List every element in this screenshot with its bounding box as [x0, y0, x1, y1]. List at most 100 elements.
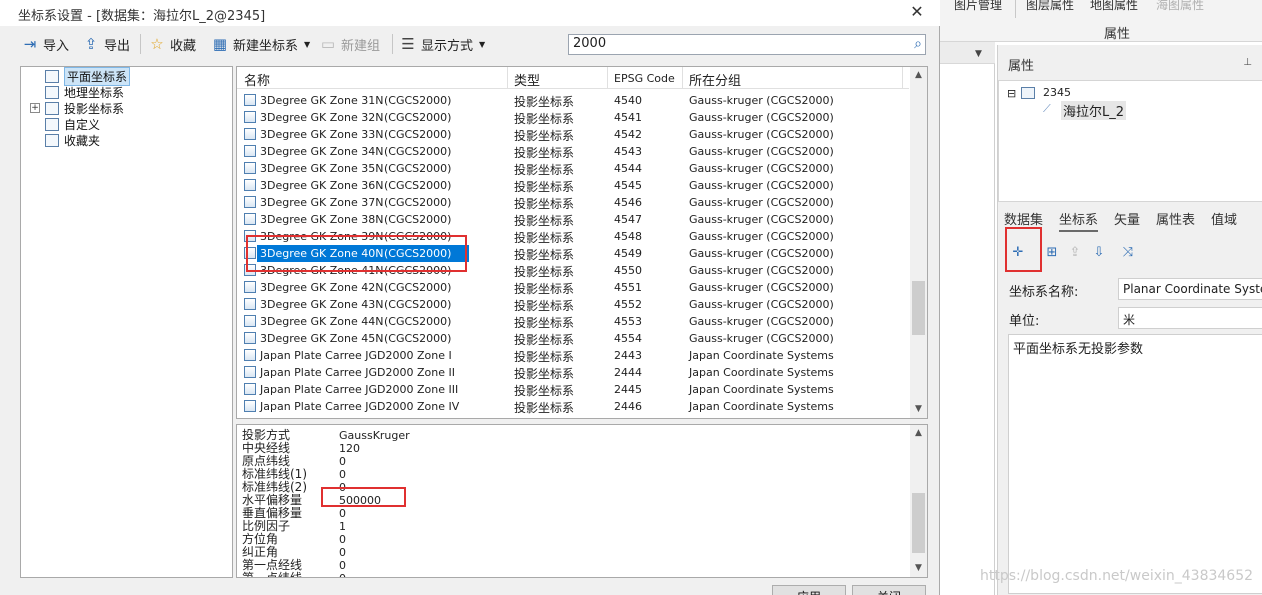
tree-item-favorites[interactable]: 收藏夹 — [45, 132, 100, 148]
cell-epsg: 4549 — [614, 247, 642, 260]
table-row[interactable]: Japan Plate Carree JGD2000 Zone I 投影坐标系 24… — [237, 347, 909, 364]
cell-type: 投影坐标系 — [514, 384, 575, 398]
shuffle-icon[interactable]: ⤨ — [1118, 243, 1138, 263]
table-row[interactable]: Japan Plate Carree JGD2000 Zone III 投影坐标系… — [237, 381, 909, 398]
set-coordinate-system-icon[interactable]: ✛ — [1008, 243, 1028, 263]
cell-epsg: 4548 — [614, 230, 642, 243]
cell-epsg: 4551 — [614, 281, 642, 294]
projection-detail-panel: 投影方式 GaussKruger 中央经线 120 原点纬线 0 标准纬线(1) 0 标准纬线(… — [236, 424, 928, 578]
ribbon-item-image-manage[interactable]: 图片管理 — [954, 0, 1002, 13]
tab-dataset[interactable]: 数据集 — [1004, 209, 1043, 228]
table-row[interactable]: 3Degree GK Zone 42N (CGCS2000) 投影坐标系 4551 Ga… — [237, 279, 909, 296]
cell-epsg: 2444 — [614, 366, 642, 379]
table-row[interactable]: 3Degree GK Zone 37N (CGCS2000) 投影坐标系 4546 Ga… — [237, 194, 909, 211]
cell-datum: (CGCS2000) — [384, 298, 452, 311]
new-coordinate-system-button[interactable]: ▦ 新建坐标系 ▼ — [211, 33, 310, 55]
cell-type: 投影坐标系 — [514, 163, 575, 177]
cell-name: Japan Plate Carree JGD2000 Zone IV — [260, 400, 460, 413]
table-row[interactable]: 3Degree GK Zone 32N (CGCS2000) 投影坐标系 4541 Ga… — [237, 109, 909, 126]
detail-row: 比例因子 1 — [242, 520, 902, 534]
projected-cs-icon — [244, 128, 256, 140]
pin-icon[interactable]: ⊥ — [1243, 57, 1252, 68]
tree-expander-minus-icon[interactable]: ⊟ — [1007, 87, 1016, 100]
column-header-epsg[interactable]: EPSG Code — [614, 72, 675, 85]
reproject-icon[interactable]: ⊞ — [1042, 243, 1062, 263]
cell-epsg: 4546 — [614, 196, 642, 209]
new-cs-icon: ▦ — [212, 35, 228, 53]
detail-row: 第一点纬线 0 — [242, 572, 902, 578]
close-button[interactable]: 关闭 — [852, 585, 926, 595]
scroll-down-icon[interactable]: ▼ — [910, 401, 927, 418]
table-row[interactable]: Japan Plate Carree JGD2000 Zone II 投影坐标系 2… — [237, 364, 909, 381]
export-cs-icon: ⇪ — [1069, 245, 1081, 260]
search-icon[interactable]: ⌕ — [914, 36, 922, 52]
tree-item-projected[interactable]: 投影坐标系 — [45, 100, 124, 116]
ribbon-item-map-properties[interactable]: 地图属性 — [1090, 0, 1138, 13]
table-row[interactable]: 3Degree GK Zone 35N (CGCS2000) 投影坐标系 4544 Ga… — [237, 160, 909, 177]
table-row[interactable]: 3Degree GK Zone 38N (CGCS2000) 投影坐标系 4547 Ga… — [237, 211, 909, 228]
column-divider[interactable] — [682, 67, 683, 89]
column-divider[interactable] — [902, 67, 903, 89]
scroll-down-icon[interactable]: ▼ — [910, 560, 927, 577]
tab-domain[interactable]: 值域 — [1211, 209, 1237, 228]
table-row[interactable]: 3Degree GK Zone 45N (CGCS2000) 投影坐标系 4554 Ga… — [237, 330, 909, 347]
projection-info-text: 平面坐标系无投影参数 — [1008, 334, 1262, 594]
projected-cs-icon — [244, 247, 256, 259]
table-row[interactable]: 3Degree GK Zone 41N (CGCS2000) 投影坐标系 4550 Ga… — [237, 262, 909, 279]
cell-epsg: 4552 — [614, 298, 642, 311]
column-divider[interactable] — [607, 67, 608, 89]
projected-cs-icon — [244, 400, 256, 412]
table-row[interactable]: 3Degree GK Zone 36N (CGCS2000) 投影坐标系 4545 Ga… — [237, 177, 909, 194]
detail-scrollbar[interactable]: ▲ ▼ — [910, 425, 927, 577]
scrollbar-thumb[interactable] — [912, 281, 925, 335]
tab-attribute-table[interactable]: 属性表 — [1156, 209, 1195, 228]
cell-type: 投影坐标系 — [514, 248, 575, 262]
list-scrollbar[interactable]: ▲ ▼ — [910, 67, 927, 418]
detail-value: 500000 — [339, 494, 381, 507]
column-header-name[interactable]: 名称 — [244, 70, 270, 89]
import-cs-icon[interactable]: ⇩ — [1089, 243, 1109, 263]
tree-node-dataset[interactable]: 海拉尔L_2 — [1061, 101, 1127, 120]
table-row[interactable]: 3Degree GK Zone 44N (CGCS2000) 投影坐标系 4553 Ga… — [237, 313, 909, 330]
view-mode-button[interactable]: ☰ 显示方式 ▼ — [399, 33, 485, 55]
cell-datum: (CGCS2000) — [384, 213, 452, 226]
detail-value: 0 — [339, 546, 346, 559]
close-icon[interactable]: ✕ — [906, 2, 928, 24]
scroll-up-icon[interactable]: ▲ — [910, 67, 927, 84]
projected-cs-icon — [244, 298, 256, 310]
projected-cs-icon — [244, 213, 256, 225]
export-button[interactable]: ⇪ 导出 — [82, 33, 130, 55]
apply-button[interactable]: 应用 — [772, 585, 846, 595]
tree-node-datasource[interactable]: 2345 — [1043, 86, 1071, 99]
column-header-type[interactable]: 类型 — [514, 70, 540, 89]
caret-down-icon: ▼ — [479, 39, 486, 49]
cell-type: 投影坐标系 — [514, 231, 575, 245]
table-row[interactable]: 3Degree GK Zone 31N (CGCS2000) 投影坐标系 4540 Ga… — [237, 92, 909, 109]
chevron-down-icon[interactable]: ▼ — [975, 49, 989, 61]
table-row[interactable]: 3Degree GK Zone 39N (CGCS2000) 投影坐标系 4548 Ga… — [237, 228, 909, 245]
scrollbar-thumb[interactable] — [912, 493, 925, 553]
column-divider[interactable] — [507, 67, 508, 89]
detail-value: 1 — [339, 520, 346, 533]
projected-cs-icon — [244, 332, 256, 344]
unit-field[interactable]: 米 — [1118, 307, 1262, 329]
import-button[interactable]: ⇥ 导入 — [21, 33, 69, 55]
table-row[interactable]: 3Degree GK Zone 43N (CGCS2000) 投影坐标系 4552 Ga… — [237, 296, 909, 313]
table-row[interactable]: Japan Plate Carree JGD2000 Zone IV 投影坐标系 2… — [237, 398, 909, 415]
table-row[interactable]: 3Degree GK Zone 34N (CGCS2000) 投影坐标系 4543 Ga… — [237, 143, 909, 160]
favorite-button[interactable]: ☆ 收藏 — [148, 33, 196, 55]
tree-item-custom[interactable]: 自定义 — [45, 116, 100, 132]
table-row[interactable]: 3Degree GK Zone 33N (CGCS2000) 投影坐标系 4542 Ga… — [237, 126, 909, 143]
tree-item-geographic[interactable]: 地理坐标系 — [45, 84, 124, 100]
ribbon-item-layer-properties[interactable]: 图层属性 — [1026, 0, 1074, 13]
table-row[interactable]: 3Degree GK Zone 40N (CGCS2000) 投影坐标系 4549 Ga… — [237, 245, 909, 262]
search-input[interactable]: 2000 ⌕ — [568, 34, 926, 55]
tree-expander-plus-icon[interactable]: + — [30, 103, 40, 113]
tab-coordinate-system[interactable]: 坐标系 — [1059, 209, 1099, 232]
tab-vector[interactable]: 矢量 — [1114, 209, 1140, 228]
tree-item-planar[interactable]: 平面坐标系 — [45, 66, 131, 86]
cell-epsg: 4541 — [614, 111, 642, 124]
column-header-group[interactable]: 所在分组 — [689, 70, 741, 89]
cs-name-field[interactable]: Planar Coordinate System--- — [1118, 278, 1262, 300]
scroll-up-icon[interactable]: ▲ — [910, 425, 927, 442]
